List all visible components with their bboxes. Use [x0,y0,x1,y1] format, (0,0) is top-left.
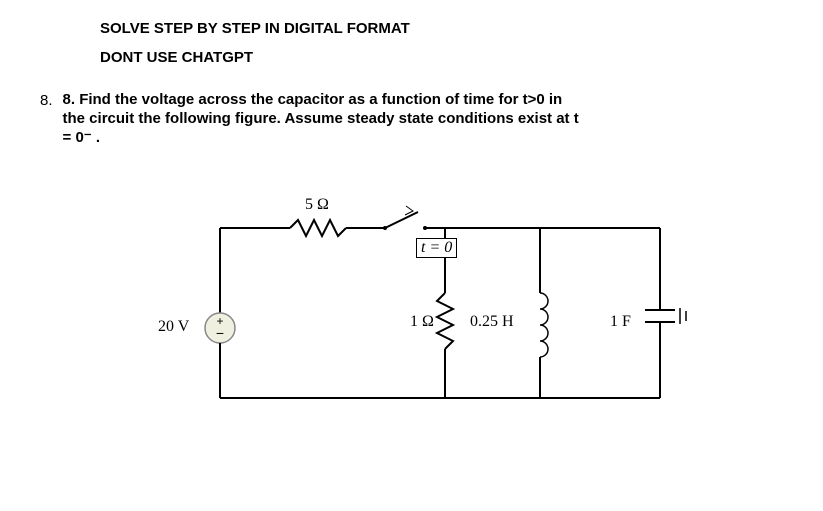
resistor-1ohm-icon [437,293,453,349]
question-block: 8. 8. Find the voltage across the capaci… [40,90,783,148]
switch-label: t = 0 [416,238,457,258]
circuit-svg: + − [160,198,720,418]
voltage-source-label: 20 V [158,318,189,336]
resistor2-label: 1 Ω [410,313,434,331]
resistor-5ohm-icon [290,220,346,236]
instruction-line-1: SOLVE STEP BY STEP IN DIGITAL FORMAT [100,20,783,37]
capacitor-icon [645,308,686,324]
switch-icon [383,206,427,230]
instruction-line-2: DONT USE CHATGPT [100,49,783,66]
circuit-diagram: + − [160,198,720,418]
question-text: 8. Find the voltage across the capacitor… [63,90,583,148]
source-minus-icon: − [216,325,224,341]
question-number: 8. [40,92,53,148]
inductor-label: 0.25 H [470,313,514,331]
inductor-icon [540,293,548,357]
capacitor-label: 1 F [610,313,631,331]
resistor1-label: 5 Ω [305,196,329,214]
